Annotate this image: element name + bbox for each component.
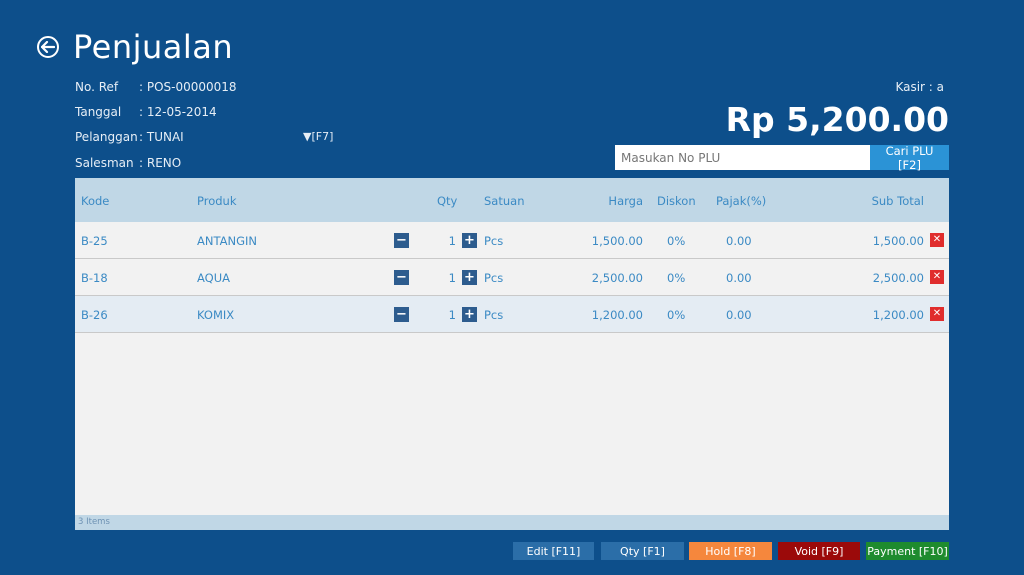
col-diskon: Diskon (657, 194, 696, 208)
qty-decrease-icon[interactable]: − (394, 270, 409, 285)
qty-increase-icon[interactable]: + (462, 270, 477, 285)
col-produk: Produk (197, 194, 237, 208)
customer-dropdown[interactable]: ▼[F7] (303, 130, 333, 143)
ref-label: No. Ref (75, 80, 119, 94)
cell-diskon: 0% (667, 308, 686, 322)
qty-decrease-icon[interactable]: − (394, 233, 409, 248)
cell-qty: 1 (448, 234, 456, 248)
qty-increase-icon[interactable]: + (462, 307, 477, 322)
cell-satuan: Pcs (484, 271, 504, 285)
cell-kode: B-26 (81, 308, 108, 322)
customer-label: Pelanggan (75, 130, 138, 144)
col-kode: Kode (81, 194, 110, 208)
cashier-label: Kasir : a (895, 80, 944, 94)
arrow-left-circle-icon (41, 41, 55, 53)
col-satuan: Satuan (484, 194, 525, 208)
cell-pajak: 0.00 (726, 308, 752, 322)
col-subtotal: Sub Total (871, 194, 924, 208)
table-header: Kode Produk Qty Satuan Harga Diskon Paja… (75, 178, 949, 222)
table-footer: 3 Items (75, 515, 949, 530)
cell-qty: 1 (448, 308, 456, 322)
page-title: Penjualan (73, 28, 234, 66)
plu-search-input[interactable] (615, 145, 870, 170)
customer-value[interactable]: : TUNAI (139, 130, 184, 144)
cell-pajak: 0.00 (726, 271, 752, 285)
delete-row-icon[interactable]: ✕ (930, 233, 944, 247)
qty-decrease-icon[interactable]: − (394, 307, 409, 322)
total-amount: Rp 5,200.00 (725, 100, 949, 139)
cell-pajak: 0.00 (726, 234, 752, 248)
qty-button[interactable]: Qty [F1] (601, 542, 684, 560)
void-button[interactable]: Void [F9] (778, 542, 860, 560)
cell-diskon: 0% (667, 271, 686, 285)
col-qty: Qty (437, 194, 458, 208)
cell-harga: 2,500.00 (591, 271, 643, 285)
sales-value: : RENO (139, 156, 182, 170)
sales-table: Kode Produk Qty Satuan Harga Diskon Paja… (75, 178, 949, 530)
back-button[interactable] (37, 36, 59, 58)
cell-harga: 1,200.00 (591, 308, 643, 322)
cell-qty: 1 (448, 271, 456, 285)
cell-diskon: 0% (667, 234, 686, 248)
cell-produk: KOMIX (197, 308, 235, 322)
ref-value: : POS-00000018 (139, 80, 237, 94)
cell-harga: 1,500.00 (591, 234, 643, 248)
col-harga: Harga (608, 194, 643, 208)
cell-kode: B-25 (81, 234, 108, 248)
col-pajak: Pajak(%) (716, 194, 767, 208)
edit-button[interactable]: Edit [F11] (513, 542, 594, 560)
cell-subtotal: 2,500.00 (872, 271, 924, 285)
sales-label: Salesman (75, 156, 134, 170)
table-row[interactable]: B-26 KOMIX − 1 + Pcs 1,200.00 0% 0.00 1,… (75, 296, 949, 333)
cell-satuan: Pcs (484, 308, 504, 322)
cell-produk: ANTANGIN (197, 234, 257, 248)
date-value: : 12-05-2014 (139, 105, 217, 119)
delete-row-icon[interactable]: ✕ (930, 307, 944, 321)
cell-subtotal: 1,200.00 (872, 308, 924, 322)
cell-satuan: Pcs (484, 234, 504, 248)
payment-button[interactable]: Payment [F10] (866, 542, 949, 560)
item-count: 3 Items (78, 517, 110, 527)
qty-increase-icon[interactable]: + (462, 233, 477, 248)
table-row[interactable]: B-25 ANTANGIN − 1 + Pcs 1,500.00 0% 0.00… (75, 222, 949, 259)
hold-button[interactable]: Hold [F8] (689, 542, 772, 560)
cell-kode: B-18 (81, 271, 108, 285)
cell-produk: AQUA (197, 271, 231, 285)
search-plu-button[interactable]: Cari PLU [F2] (870, 144, 949, 172)
delete-row-icon[interactable]: ✕ (930, 270, 944, 284)
date-label: Tanggal (75, 105, 122, 119)
cell-subtotal: 1,500.00 (872, 234, 924, 248)
table-row[interactable]: B-18 AQUA − 1 + Pcs 2,500.00 0% 0.00 2,5… (75, 259, 949, 296)
